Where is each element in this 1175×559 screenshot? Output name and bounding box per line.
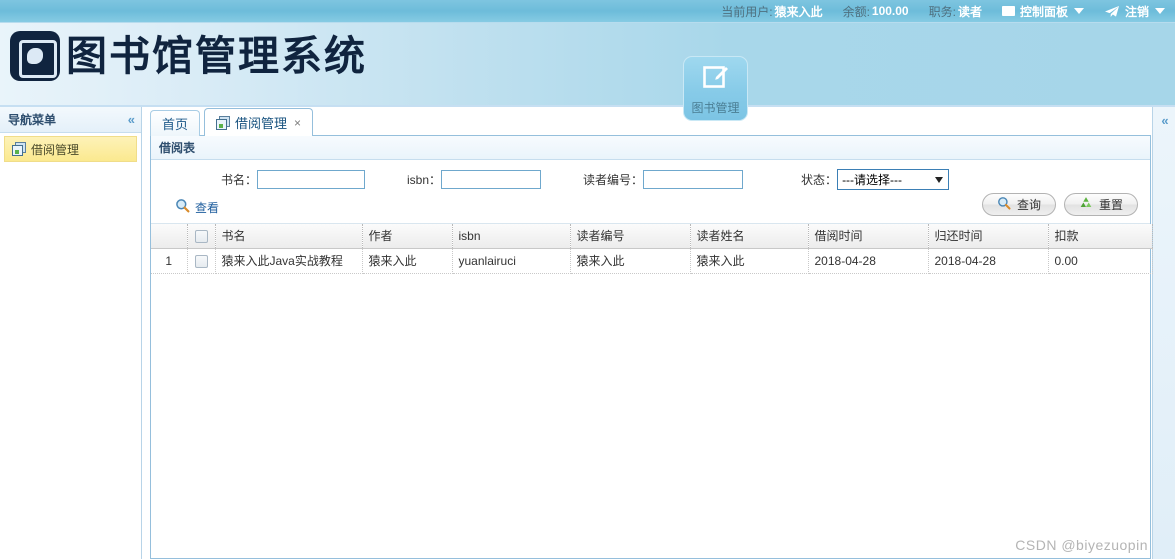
reset-button-label: 重置 (1098, 198, 1123, 212)
reset-button[interactable]: 重置 (1063, 193, 1138, 216)
cell-fine: 0.00 (1048, 248, 1153, 274)
col-return-date: 归还时间 (928, 224, 1049, 249)
sidebar-header: 导航菜单 « (0, 107, 141, 133)
col-reader-name: 读者姓名 (690, 224, 809, 249)
reader-no-input[interactable] (643, 170, 744, 189)
chevron-down-icon (1073, 8, 1084, 14)
table-header-row: 书名 作者 isbn 读者编号 读者姓名 借阅时间 归还时间 扣款 (151, 224, 1153, 249)
sidebar-item-label: 借阅管理 (31, 142, 80, 157)
role-label: 职务: (928, 4, 956, 19)
col-borrow-date: 借阅时间 (808, 224, 929, 249)
isbn-label: isbn： (407, 173, 442, 187)
col-rownum (151, 224, 188, 249)
panel-title: 借阅表 (151, 136, 1150, 160)
book-logo-icon (10, 31, 60, 81)
isbn-input[interactable] (441, 170, 542, 189)
current-user-label: 当前用户: (721, 4, 773, 19)
close-icon[interactable]: × (294, 116, 301, 130)
control-panel-menu[interactable]: 控制面板 (1001, 3, 1084, 20)
cell-borrow-date: 2018-04-28 (808, 248, 929, 274)
search-fields-row: 书名： isbn： 读者编号： 状态： ---请选择--- (161, 169, 1140, 190)
chevron-double-left-icon[interactable]: « (128, 112, 135, 127)
current-user-value: 猿来入此 (774, 4, 823, 19)
balance-value: 100.00 (871, 4, 909, 18)
tab-borrow-management-label: 借阅管理 (235, 116, 288, 131)
app-header: 图书馆管理系统 图书管理 (0, 23, 1175, 121)
tab-borrow-management[interactable]: 借阅管理 × (204, 108, 314, 136)
cell-isbn: yuanlairuci (452, 248, 571, 274)
cell-reader-name: 猿来入此 (690, 248, 809, 274)
balance-label: 余额: (842, 4, 870, 19)
row-checkbox[interactable] (194, 254, 208, 268)
chevron-double-left-icon[interactable]: « (1161, 113, 1168, 128)
cell-return-date: 2018-04-28 (928, 248, 1049, 274)
app-root: 当前用户: 猿来入此 余额: 100.00 职务: 读者 控制面板 注销 图书馆… (0, 0, 1175, 559)
col-book-name: 书名 (215, 224, 363, 249)
reader-no-field: 读者编号： (583, 170, 744, 189)
query-button[interactable]: 查询 (981, 193, 1056, 216)
magnifier-icon (997, 196, 1011, 213)
page-title: 图书馆管理系统 (66, 32, 367, 80)
logout-label: 注销 (1124, 4, 1149, 19)
status-field: 状态： ---请选择--- (801, 169, 950, 190)
col-reader-no: 读者编号 (570, 224, 691, 249)
recycle-icon (1079, 196, 1093, 213)
cell-reader-no: 猿来入此 (570, 248, 691, 274)
book-name-field: 书名： (221, 170, 366, 189)
isbn-field: isbn： (407, 170, 542, 189)
tab-strip: 首页 借阅管理 × (150, 107, 1151, 136)
row-select-cell[interactable] (187, 248, 216, 274)
content-panel: 借阅表 书名： isbn： 读者编号： 状态： ---请选择--- 查看 查询 … (150, 136, 1153, 559)
reader-no-label: 读者编号： (583, 173, 644, 187)
magnifier-icon (175, 198, 190, 216)
edit-square-icon (702, 63, 730, 94)
sidebar-item-borrow-management[interactable]: 借阅管理 (4, 136, 137, 162)
chevron-down-icon (1155, 8, 1165, 14)
paper-plane-icon (1104, 5, 1120, 18)
col-fine: 扣款 (1048, 224, 1153, 249)
sidebar-title: 导航菜单 (8, 113, 57, 127)
borrow-records-table: 书名 作者 isbn 读者编号 读者姓名 借阅时间 归还时间 扣款 1 猿来入此… (151, 224, 1153, 274)
col-author: 作者 (362, 224, 453, 249)
book-name-label: 书名： (221, 173, 258, 187)
brand-logo: 图书馆管理系统 (10, 31, 367, 81)
row-index: 1 (151, 248, 188, 274)
search-form: 书名： isbn： 读者编号： 状态： ---请选择--- 查看 查询 重置 (151, 160, 1150, 224)
cell-author: 猿来入此 (362, 248, 453, 274)
table-row[interactable]: 1 猿来入此Java实战教程 猿来入此 yuanlairuci 猿来入此 猿来入… (151, 248, 1153, 274)
windows-stack-icon (12, 142, 26, 159)
col-isbn: isbn (452, 224, 571, 249)
tab-home[interactable]: 首页 (150, 110, 201, 136)
select-all-checkbox[interactable] (194, 229, 208, 243)
view-link-label: 查看 (195, 200, 220, 215)
cell-book-name: 猿来入此Java实战教程 (215, 248, 363, 274)
balance-info: 余额: 100.00 (843, 3, 909, 20)
window-icon (1001, 6, 1015, 16)
query-button-label: 查询 (1016, 198, 1041, 212)
right-panel-collapse-rail[interactable]: « (1152, 107, 1175, 559)
col-select-all[interactable] (187, 224, 216, 249)
logout-menu[interactable]: 注销 (1104, 3, 1165, 20)
sidebar: 导航菜单 « 借阅管理 (0, 107, 142, 559)
status-label: 状态： (801, 173, 838, 187)
top-utility-bar: 当前用户: 猿来入此 余额: 100.00 职务: 读者 控制面板 注销 (0, 0, 1175, 23)
current-user-info: 当前用户: 猿来入此 (721, 3, 822, 20)
windows-stack-icon (216, 115, 231, 130)
book-name-input[interactable] (257, 170, 366, 189)
search-actions: 查询 重置 (974, 193, 1138, 216)
control-panel-label: 控制面板 (1019, 4, 1068, 19)
status-select[interactable]: ---请选择--- (837, 169, 950, 190)
role-info: 职务: 读者 (929, 3, 982, 20)
status-select-wrap: ---请选择--- (837, 169, 950, 190)
tab-home-label: 首页 (162, 117, 189, 132)
role-value: 读者 (957, 4, 982, 19)
